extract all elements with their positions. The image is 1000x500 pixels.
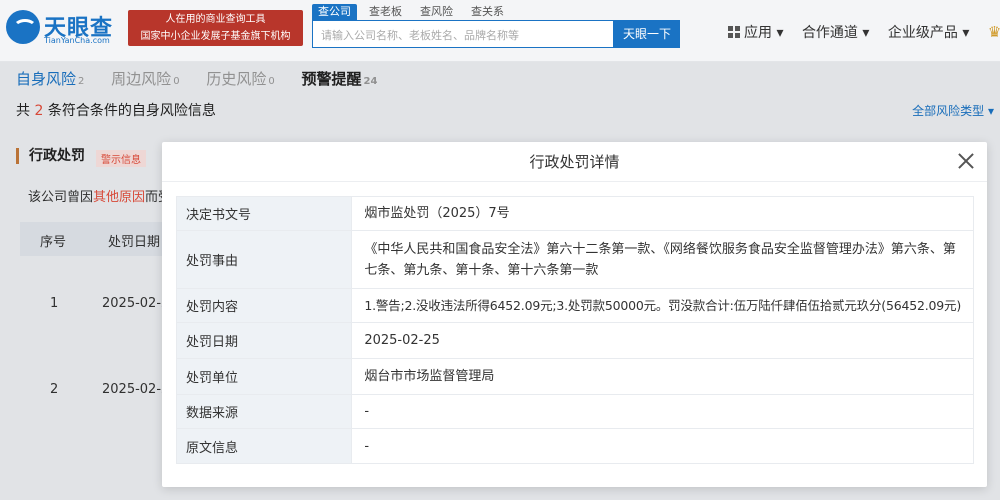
- tab-risk[interactable]: 查风险: [414, 4, 459, 20]
- top-nav: 应用 ▾ 合作通道 ▾ 企业级产品 ▾ ♛开: [728, 22, 1000, 42]
- nav-enterprise[interactable]: 企业级产品 ▾: [888, 22, 969, 42]
- dialog-title: 行政处罚详情: [162, 142, 987, 182]
- detail-key: 数据来源: [175, 394, 353, 429]
- apps-grid-icon: [728, 26, 740, 38]
- detail-value: 烟市监处罚（2025）7号: [351, 196, 974, 231]
- detail-value: 1.警告;2.没收违法所得6452.09元;3.处罚款50000元。罚没款合计:…: [351, 288, 974, 323]
- eye-logo-icon: [6, 10, 40, 44]
- detail-key: 处罚内容: [175, 288, 353, 323]
- search-type-tabs: 查公司 查老板 查风险 查关系: [312, 4, 516, 20]
- logo-domain: TianYanCha.com: [44, 36, 110, 45]
- crown-icon: ♛: [987, 23, 1000, 41]
- detail-key: 处罚日期: [175, 322, 353, 359]
- nav-partner-label: 合作通道: [801, 25, 858, 41]
- detail-row-content: 处罚内容 1.警告;2.没收违法所得6452.09元;3.处罚款50000元。罚…: [175, 288, 974, 323]
- search-button[interactable]: 天眼一下: [614, 20, 680, 48]
- detail-row-reason: 处罚事由 《中华人民共和国食品安全法》第六十二条第一款、《网络餐饮服务食品安全监…: [175, 230, 974, 289]
- search-input[interactable]: 请输入公司名称、老板姓名、品牌名称等: [312, 20, 614, 48]
- detail-row-date: 处罚日期 2025-02-25: [175, 322, 974, 359]
- nav-enterprise-label: 企业级产品: [887, 25, 958, 41]
- detail-row-doc-number: 决定书文号 烟市监处罚（2025）7号: [175, 196, 974, 231]
- detail-row-authority: 处罚单位 烟台市市场监督管理局: [175, 358, 974, 395]
- slogan-line-1: 人在用的商业查询工具: [165, 14, 266, 25]
- detail-value: -: [351, 394, 974, 429]
- slogan-line-2: 国家中小企业发展子基金旗下机构: [140, 31, 291, 42]
- detail-key: 处罚单位: [175, 358, 353, 395]
- detail-value: -: [351, 428, 974, 464]
- detail-value: 烟台市市场监督管理局: [351, 358, 974, 395]
- nav-vip[interactable]: ♛开: [988, 22, 1000, 42]
- detail-row-source: 数据来源 -: [175, 394, 974, 429]
- detail-value: 《中华人民共和国食品安全法》第六十二条第一款、《网络餐饮服务食品安全监督管理办法…: [351, 230, 974, 289]
- detail-value: 2025-02-25: [351, 322, 974, 359]
- tab-boss[interactable]: 查老板: [363, 4, 408, 20]
- close-icon[interactable]: [957, 152, 975, 170]
- detail-key: 处罚事由: [175, 230, 353, 289]
- nav-partner[interactable]: 合作通道 ▾: [802, 22, 869, 42]
- penalty-detail-dialog: 行政处罚详情 决定书文号 烟市监处罚（2025）7号 处罚事由 《中华人民共和国…: [162, 142, 987, 487]
- nav-apps-label: 应用: [744, 25, 772, 41]
- nav-apps[interactable]: 应用 ▾: [728, 22, 783, 42]
- tab-company[interactable]: 查公司: [312, 4, 357, 20]
- detail-row-original: 原文信息 -: [175, 428, 974, 464]
- top-header: 天眼查 TianYanCha.com 人在用的商业查询工具 国家中小企业发展子基…: [0, 0, 1000, 62]
- detail-table: 决定书文号 烟市监处罚（2025）7号 处罚事由 《中华人民共和国食品安全法》第…: [175, 196, 974, 464]
- detail-key: 原文信息: [175, 428, 353, 464]
- tab-relation[interactable]: 查关系: [465, 4, 510, 20]
- slogan-banner[interactable]: 人在用的商业查询工具 国家中小企业发展子基金旗下机构: [128, 10, 303, 46]
- site-logo[interactable]: 天眼查 TianYanCha.com: [6, 8, 124, 48]
- detail-key: 决定书文号: [175, 196, 353, 231]
